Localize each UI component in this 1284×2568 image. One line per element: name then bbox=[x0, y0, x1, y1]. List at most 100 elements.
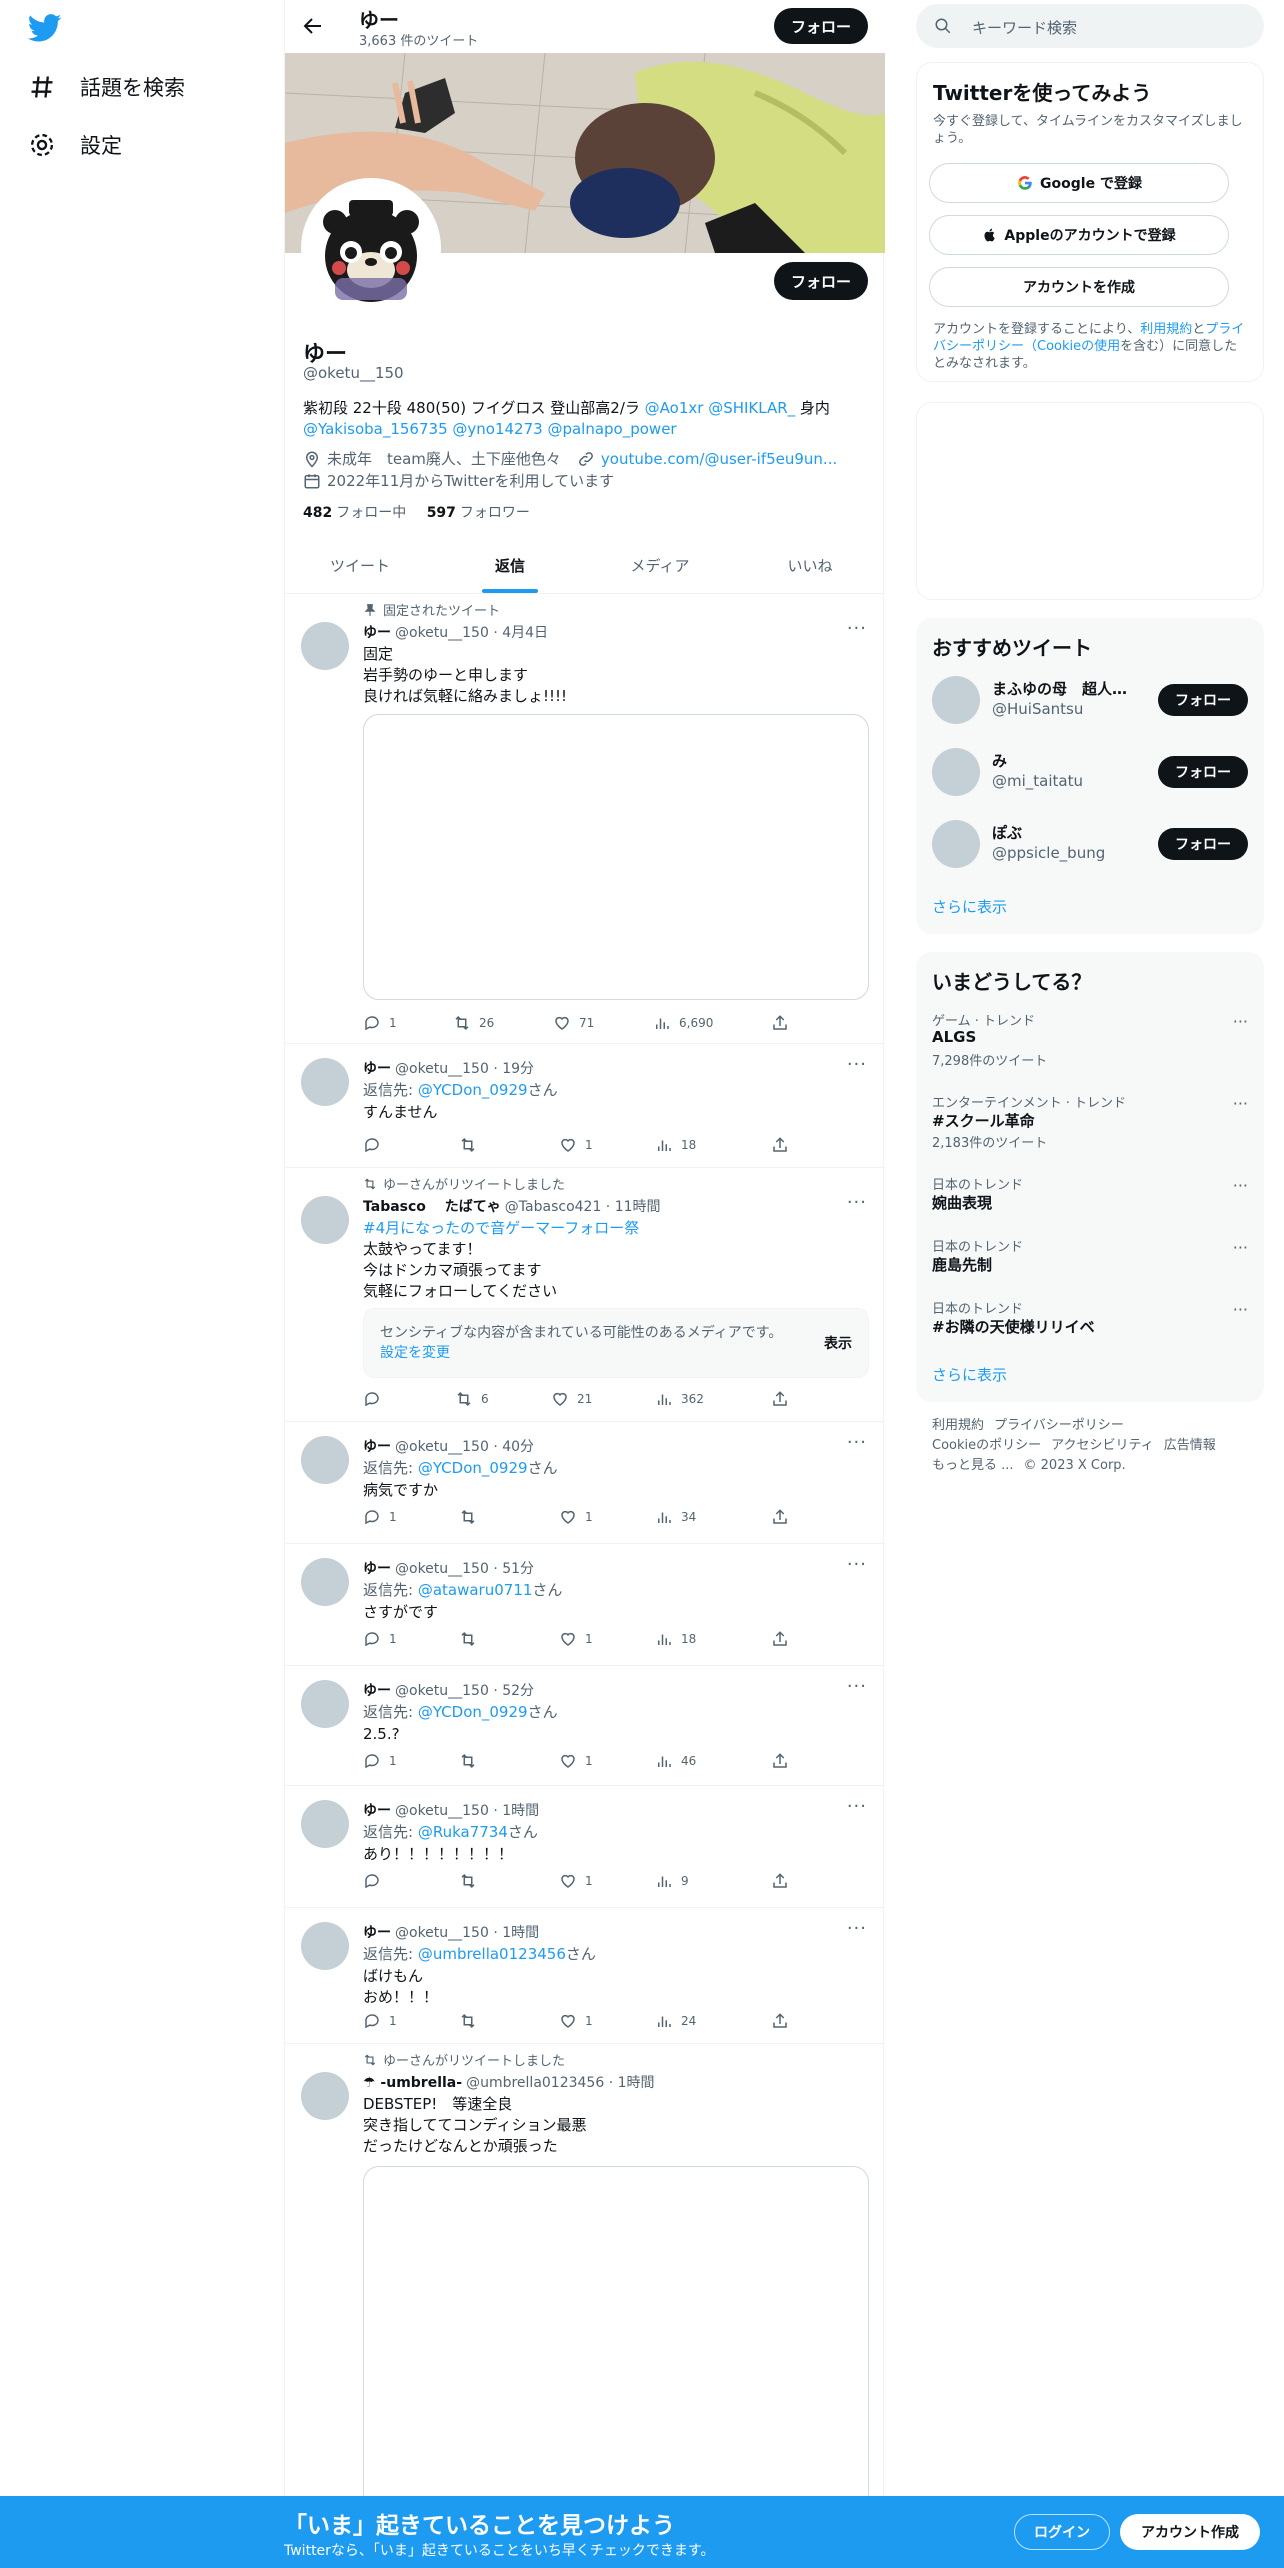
reply-button[interactable] bbox=[363, 1136, 389, 1154]
reply-to-mention[interactable]: @YCDon_0929 bbox=[418, 1459, 528, 1477]
footer-cookie[interactable]: Cookieのポリシー bbox=[932, 1436, 1041, 1456]
views-button[interactable]: 18 bbox=[655, 1136, 696, 1154]
tweet-media[interactable] bbox=[363, 714, 869, 1000]
show-media-button[interactable]: 表示 bbox=[824, 1333, 852, 1353]
trend-more-icon[interactable]: ··· bbox=[1233, 1238, 1248, 1257]
like-button[interactable]: 1 bbox=[559, 1136, 593, 1154]
reply-button[interactable]: 1 bbox=[363, 1508, 397, 1526]
reply-button[interactable]: 1 bbox=[363, 1630, 397, 1648]
retweet-button[interactable]: 6 bbox=[455, 1390, 489, 1408]
trends-show-more[interactable]: さらに表示 bbox=[932, 1364, 1007, 1385]
avatar[interactable] bbox=[932, 748, 980, 796]
search-placeholder[interactable]: キーワード検索 bbox=[972, 17, 1077, 38]
tweet-author[interactable]: ゆー bbox=[363, 1439, 391, 1455]
views-button[interactable]: 34 bbox=[655, 1508, 696, 1526]
login-button[interactable]: ログイン bbox=[1014, 2514, 1110, 2550]
apple-signup-button[interactable]: Appleのアカウントで登録 bbox=[929, 215, 1229, 255]
create-account-button[interactable]: アカウントを作成 bbox=[929, 267, 1229, 307]
tab-media[interactable]: メディア bbox=[585, 540, 735, 593]
share-button[interactable] bbox=[771, 1390, 789, 1408]
reply-button[interactable]: 1 bbox=[363, 2012, 397, 2030]
recommend-show-more[interactable]: さらに表示 bbox=[932, 896, 1007, 917]
following-link[interactable]: 482 フォロー中 bbox=[303, 505, 406, 521]
twitter-bird-icon[interactable] bbox=[28, 14, 62, 42]
back-arrow-icon[interactable] bbox=[301, 14, 325, 38]
tweet[interactable]: ゆー @oketu__150 · 52分 ··· 返信先: @YCDon_0929… bbox=[285, 1666, 885, 1786]
more-icon[interactable]: ··· bbox=[847, 1192, 867, 1213]
tab-replies[interactable]: 返信 bbox=[435, 540, 585, 593]
footer-accessibility[interactable]: アクセシビリティ bbox=[1051, 1436, 1154, 1456]
share-button[interactable] bbox=[771, 2012, 789, 2030]
profile-url[interactable]: youtube.com/@user-if5eu9un... bbox=[601, 450, 837, 468]
search-bar[interactable]: キーワード検索 bbox=[916, 4, 1264, 48]
reply-button[interactable] bbox=[363, 1390, 389, 1408]
google-signup-button[interactable]: Google で登録 bbox=[929, 163, 1229, 203]
tweet[interactable]: ゆー @oketu__150 · 40分 ··· 返信先: @YCDon_0929… bbox=[285, 1422, 885, 1544]
tweet-author[interactable]: ゆー bbox=[363, 1925, 391, 1941]
retweet-button[interactable] bbox=[459, 1752, 485, 1770]
footer-terms[interactable]: 利用規約 bbox=[932, 1416, 984, 1436]
retweet-button[interactable] bbox=[459, 1136, 485, 1154]
followers-link[interactable]: 597 フォロワー bbox=[427, 505, 530, 521]
recommend-follow-button[interactable]: フォロー bbox=[1158, 756, 1248, 788]
share-button[interactable] bbox=[771, 1136, 789, 1154]
tweet[interactable]: ゆー @oketu__150 · 1時間 ··· 返信先: @umbrella01… bbox=[285, 1908, 885, 2044]
reply-to-mention[interactable]: @Ruka7734 bbox=[418, 1823, 508, 1841]
avatar[interactable] bbox=[301, 1680, 349, 1728]
tweet[interactable]: ゆーさんがリツイートしました Tabasco たばてゃ @Tabasco421 ·… bbox=[285, 1168, 885, 1422]
share-button[interactable] bbox=[771, 1630, 789, 1648]
trend-name[interactable]: #スクール革命 bbox=[932, 1110, 1035, 1131]
share-button[interactable] bbox=[771, 1508, 789, 1526]
avatar[interactable] bbox=[301, 1058, 349, 1106]
footer-privacy[interactable]: プライバシーポリシー bbox=[994, 1416, 1124, 1436]
bio-mention[interactable]: @SHIKLAR_ bbox=[708, 399, 795, 417]
bio-mention[interactable]: @palnapo_power bbox=[547, 420, 676, 438]
tweet[interactable]: ゆーさんがリツイートしました ☂ -umbrella- @umbrella0123… bbox=[285, 2044, 885, 2568]
trend-name[interactable]: 鹿島先制 bbox=[932, 1254, 992, 1275]
views-button[interactable]: 46 bbox=[655, 1752, 696, 1770]
share-button[interactable] bbox=[771, 1872, 789, 1890]
footer-ads[interactable]: 広告情報 bbox=[1164, 1436, 1216, 1456]
header-follow-button[interactable]: フォロー bbox=[774, 8, 868, 44]
tab-likes[interactable]: いいね bbox=[735, 540, 885, 593]
retweet-button[interactable] bbox=[459, 1630, 485, 1648]
tweet-author[interactable]: ゆー bbox=[363, 1061, 391, 1077]
recommend-user-name[interactable]: み bbox=[992, 750, 1142, 771]
bio-mention[interactable]: @Ao1xr bbox=[645, 399, 704, 417]
tweet-author[interactable]: ゆー bbox=[363, 625, 391, 641]
more-icon[interactable]: ··· bbox=[847, 1054, 867, 1075]
recommend-follow-button[interactable]: フォロー bbox=[1158, 684, 1248, 716]
retweet-button[interactable] bbox=[459, 1872, 485, 1890]
retweet-button[interactable] bbox=[459, 1508, 485, 1526]
more-icon[interactable]: ··· bbox=[847, 1554, 867, 1575]
avatar[interactable] bbox=[301, 2072, 349, 2120]
views-button[interactable]: 18 bbox=[655, 1630, 696, 1648]
share-button[interactable] bbox=[771, 1014, 789, 1032]
like-button[interactable]: 21 bbox=[551, 1390, 592, 1408]
tweet[interactable]: 固定されたツイート ゆー @oketu__150 · 4月4日 ··· 固定 岩手… bbox=[285, 594, 885, 1044]
avatar[interactable] bbox=[932, 820, 980, 868]
reply-to-mention[interactable]: @atawaru0711 bbox=[418, 1581, 533, 1599]
views-button[interactable]: 9 bbox=[655, 1872, 689, 1890]
avatar[interactable] bbox=[301, 1436, 349, 1484]
signup-button[interactable]: アカウント作成 bbox=[1120, 2514, 1260, 2550]
reply-to-mention[interactable]: @YCDon_0929 bbox=[418, 1703, 528, 1721]
more-icon[interactable]: ··· bbox=[847, 1676, 867, 1697]
more-icon[interactable]: ··· bbox=[847, 1918, 867, 1939]
like-button[interactable]: 1 bbox=[559, 1752, 593, 1770]
hashtag-link[interactable]: #4月になったので音ゲーマーフォロー祭 bbox=[363, 1219, 639, 1237]
views-button[interactable]: 6,690 bbox=[653, 1014, 713, 1032]
reply-to-mention[interactable]: @umbrella0123456 bbox=[418, 1945, 566, 1963]
avatar[interactable] bbox=[301, 622, 349, 670]
retweet-button[interactable]: 26 bbox=[453, 1014, 494, 1032]
recommend-user-name[interactable]: ぽぶ bbox=[992, 822, 1142, 843]
footer-more[interactable]: もっと見る ... bbox=[932, 1456, 1014, 1476]
like-button[interactable]: 1 bbox=[559, 1630, 593, 1648]
like-button[interactable]: 71 bbox=[553, 1014, 594, 1032]
bio-mention[interactable]: @yno14273 bbox=[452, 420, 542, 438]
trend-name[interactable]: #お隣の天使様リリイベ bbox=[932, 1316, 1095, 1337]
trend-name[interactable]: 婉曲表現 bbox=[932, 1192, 992, 1213]
profile-avatar[interactable] bbox=[301, 178, 441, 318]
avatar[interactable] bbox=[301, 1922, 349, 1970]
retweet-button[interactable] bbox=[459, 2012, 485, 2030]
